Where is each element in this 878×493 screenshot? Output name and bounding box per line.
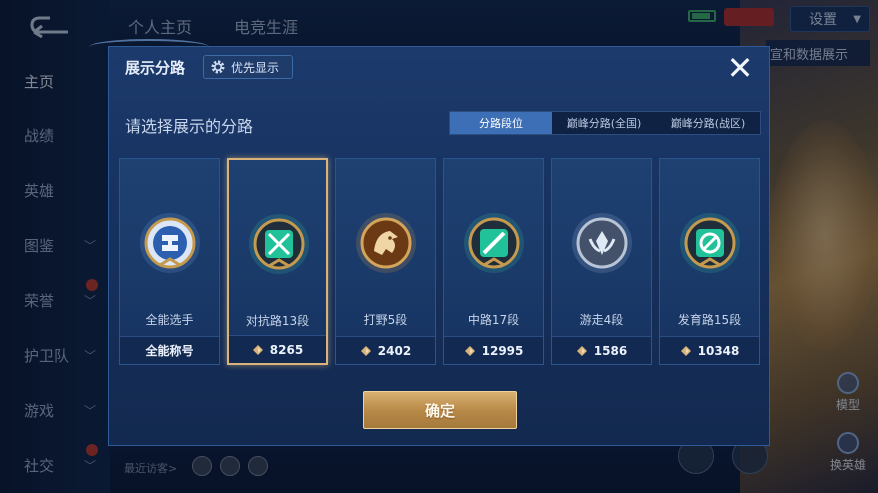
lane-card-clash[interactable]: 对抗路13段 8265 xyxy=(227,158,328,365)
lane-name: 全能选手 xyxy=(145,313,194,327)
lane-value: 12995 xyxy=(481,343,524,358)
lane-value: 1586 xyxy=(593,343,628,358)
lane-name: 中路17段 xyxy=(467,313,520,327)
lane-footer: 10348 xyxy=(660,336,759,364)
all-round-emblem-icon xyxy=(140,213,200,273)
close-button[interactable]: ✕ xyxy=(723,51,757,85)
filter-tabs: 分路段位 巅峰分路(全国) 巅峰分路(战区) xyxy=(449,111,761,135)
lane-card-farm[interactable]: 发育路15段 10348 xyxy=(659,158,760,365)
lane-footer: 8265 xyxy=(229,335,326,363)
gear-icon xyxy=(211,60,225,74)
clash-lane-emblem-icon xyxy=(249,214,309,274)
lane-value: 全能称号 xyxy=(145,344,194,358)
confirm-button[interactable]: 确定 xyxy=(363,391,517,429)
lane-footer: 1586 xyxy=(552,336,651,364)
mid-lane-emblem-icon xyxy=(464,213,524,273)
lane-card-all-round[interactable]: 全能选手 全能称号 xyxy=(119,158,220,365)
lane-name: 打野5段 xyxy=(363,313,408,327)
points-icon xyxy=(576,345,587,356)
confirm-label: 确定 xyxy=(424,401,455,420)
points-icon xyxy=(680,345,691,356)
lane-card-jungle[interactable]: 打野5段 2402 xyxy=(335,158,436,365)
tab-peak-lane-national[interactable]: 巅峰分路(全国) xyxy=(552,112,656,134)
roam-emblem-icon xyxy=(572,213,632,273)
lane-display-dialog: 展示分路 优先显示 ✕ 请选择展示的分路 分路段位 巅峰分路(全国) 巅峰分路(… xyxy=(89,39,770,446)
lane-name: 对抗路13段 xyxy=(245,314,310,328)
lane-value: 10348 xyxy=(697,343,740,358)
lane-value: 2402 xyxy=(377,343,412,358)
priority-display-button[interactable]: 优先显示 xyxy=(203,55,293,79)
select-lane-prompt: 请选择展示的分路 xyxy=(125,117,254,136)
lane-card-roam[interactable]: 游走4段 1586 xyxy=(551,158,652,365)
lane-footer: 12995 xyxy=(444,336,543,364)
points-icon xyxy=(464,345,475,356)
lane-name: 游走4段 xyxy=(579,313,624,327)
tab-lane-rank[interactable]: 分路段位 xyxy=(450,112,552,134)
lane-value: 8265 xyxy=(269,342,304,357)
lane-cards: 全能选手 全能称号 对抗路13段 8265 打野5段 2402 中路17段 12… xyxy=(119,158,761,365)
points-icon xyxy=(252,344,263,355)
points-icon xyxy=(360,345,371,356)
farm-lane-emblem-icon xyxy=(680,213,740,273)
lane-card-mid[interactable]: 中路17段 12995 xyxy=(443,158,544,365)
lane-footer: 2402 xyxy=(336,336,435,364)
jungle-emblem-icon xyxy=(356,213,416,273)
close-icon: ✕ xyxy=(726,49,754,87)
lane-name: 发育路15段 xyxy=(677,313,742,327)
priority-display-label: 优先显示 xyxy=(231,60,280,75)
tab-peak-lane-region[interactable]: 巅峰分路(战区) xyxy=(656,112,760,134)
dialog-title: 展示分路 xyxy=(125,59,186,77)
lane-footer: 全能称号 xyxy=(120,336,219,364)
